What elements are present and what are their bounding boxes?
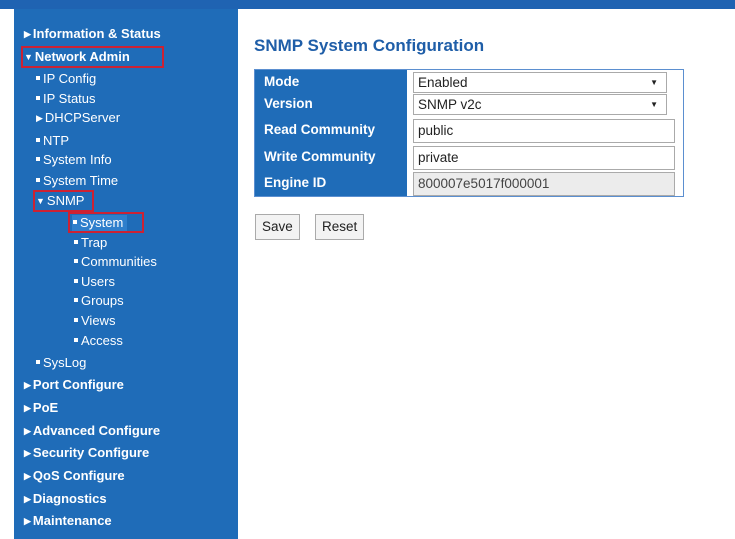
sidebar-item-label: DHCPServer <box>44 110 121 125</box>
dropdown-arrow-icon: ▼ <box>650 78 658 87</box>
bullet-icon <box>74 318 78 322</box>
write-community-input[interactable]: private <box>413 146 675 170</box>
bullet-icon <box>36 96 40 100</box>
read-community-input[interactable]: public <box>413 119 675 143</box>
sidebar-item-poe[interactable]: ▶ PoE <box>24 400 58 416</box>
sidebar-item-label: SysLog <box>43 355 87 370</box>
sidebar-item-system-info[interactable]: System Info <box>36 152 112 168</box>
sidebar-item-security-configure[interactable]: ▶ Security Configure <box>24 445 149 461</box>
save-button[interactable]: Save <box>255 214 300 240</box>
sidebar-item-port-configure[interactable]: ▶ Port Configure <box>24 377 124 393</box>
sidebar-item-label: Communities <box>81 254 157 269</box>
sidebar-item-label: IP Status <box>43 91 96 106</box>
caret-right-icon: ▶ <box>24 448 31 458</box>
caret-right-icon: ▶ <box>36 113 43 123</box>
write-community-label: Write Community <box>264 149 376 164</box>
read-community-label: Read Community <box>264 122 376 137</box>
sidebar-item-label: QoS Configure <box>32 468 125 483</box>
sidebar-item-label: Access <box>81 333 123 348</box>
version-select[interactable]: SNMP v2c ▼ <box>413 94 667 115</box>
sidebar-item-ip-status[interactable]: IP Status <box>36 91 96 107</box>
caret-right-icon: ▶ <box>24 426 31 436</box>
highlight-box-snmp <box>33 190 94 212</box>
sidebar-item-syslog[interactable]: SysLog <box>36 355 86 371</box>
bullet-icon <box>36 138 40 142</box>
sidebar-item-label: Information & Status <box>32 26 161 41</box>
bullet-icon <box>74 298 78 302</box>
bullet-icon <box>36 157 40 161</box>
caret-right-icon: ▶ <box>24 494 31 504</box>
sidebar-item-communities[interactable]: Communities <box>74 254 157 270</box>
sidebar-item-advanced-configure[interactable]: ▶ Advanced Configure <box>24 423 160 439</box>
sidebar-item-label: Port Configure <box>32 377 124 392</box>
sidebar-item-access[interactable]: Access <box>74 333 123 349</box>
sidebar-item-label: PoE <box>32 400 59 415</box>
sidebar-item-ip-config[interactable]: IP Config <box>36 71 96 87</box>
sidebar-item-label: NTP <box>43 133 69 148</box>
mode-select[interactable]: Enabled ▼ <box>413 72 667 93</box>
mode-value: Enabled <box>418 75 468 90</box>
page-title: SNMP System Configuration <box>254 36 485 55</box>
sidebar-item-views[interactable]: Views <box>74 313 115 329</box>
sidebar-item-groups[interactable]: Groups <box>74 293 124 309</box>
sidebar-item-system-time[interactable]: System Time <box>36 173 118 189</box>
mode-label: Mode <box>264 74 300 89</box>
snmp-config-table: Mode Enabled ▼ Version SNMP v2c ▼ Read C… <box>254 69 684 197</box>
sidebar-item-diagnostics[interactable]: ▶ Diagnostics <box>24 491 107 507</box>
sidebar-item-label: Advanced Configure <box>32 423 161 438</box>
sidebar-item-information-status[interactable]: ▶ Information & Status <box>24 26 161 42</box>
sidebar-item-ntp[interactable]: NTP <box>36 133 69 149</box>
sidebar-item-label: Maintenance <box>32 513 112 528</box>
sidebar-item-label: System Info <box>43 152 112 167</box>
sidebar-item-maintenance[interactable]: ▶ Maintenance <box>24 513 112 529</box>
sidebar-item-qos-configure[interactable]: ▶ QoS Configure <box>24 468 125 484</box>
bullet-icon <box>36 178 40 182</box>
caret-right-icon: ▶ <box>24 471 31 481</box>
bullet-icon <box>36 76 40 80</box>
top-bar <box>0 0 735 9</box>
sidebar-item-label: Views <box>81 313 116 328</box>
version-label: Version <box>264 96 313 111</box>
bullet-icon <box>74 259 78 263</box>
highlight-box-network-admin <box>21 46 164 68</box>
reset-button[interactable]: Reset <box>315 214 365 240</box>
caret-right-icon: ▶ <box>24 380 31 390</box>
sidebar-item-label: IP Config <box>43 71 97 86</box>
caret-right-icon: ▶ <box>24 516 31 526</box>
sidebar-nav: ▶ Information & Status ▼ Network Admin IP … <box>14 9 238 539</box>
bullet-icon <box>36 360 40 364</box>
sidebar-item-label: Groups <box>81 293 124 308</box>
bullet-icon <box>74 338 78 342</box>
sidebar-item-label: Users <box>81 274 115 289</box>
sidebar-item-label: Security Configure <box>32 445 150 460</box>
dropdown-arrow-icon: ▼ <box>650 100 658 109</box>
engine-id-input[interactable]: 800007e5017f000001 <box>413 172 675 196</box>
engine-id-label: Engine ID <box>264 175 327 190</box>
sidebar-item-label: Trap <box>81 235 108 250</box>
bullet-icon <box>74 279 78 283</box>
sidebar-item-trap[interactable]: Trap <box>74 235 107 251</box>
caret-right-icon: ▶ <box>24 29 31 39</box>
bullet-icon <box>74 240 78 244</box>
sidebar-item-label: Diagnostics <box>32 491 107 506</box>
sidebar-item-label: System Time <box>43 173 119 188</box>
version-value: SNMP v2c <box>418 97 482 112</box>
sidebar-item-dhcpserver[interactable]: ▶ DHCPServer <box>36 110 120 126</box>
caret-right-icon: ▶ <box>24 403 31 413</box>
sidebar-item-users[interactable]: Users <box>74 274 115 290</box>
highlight-box-system <box>68 212 144 233</box>
